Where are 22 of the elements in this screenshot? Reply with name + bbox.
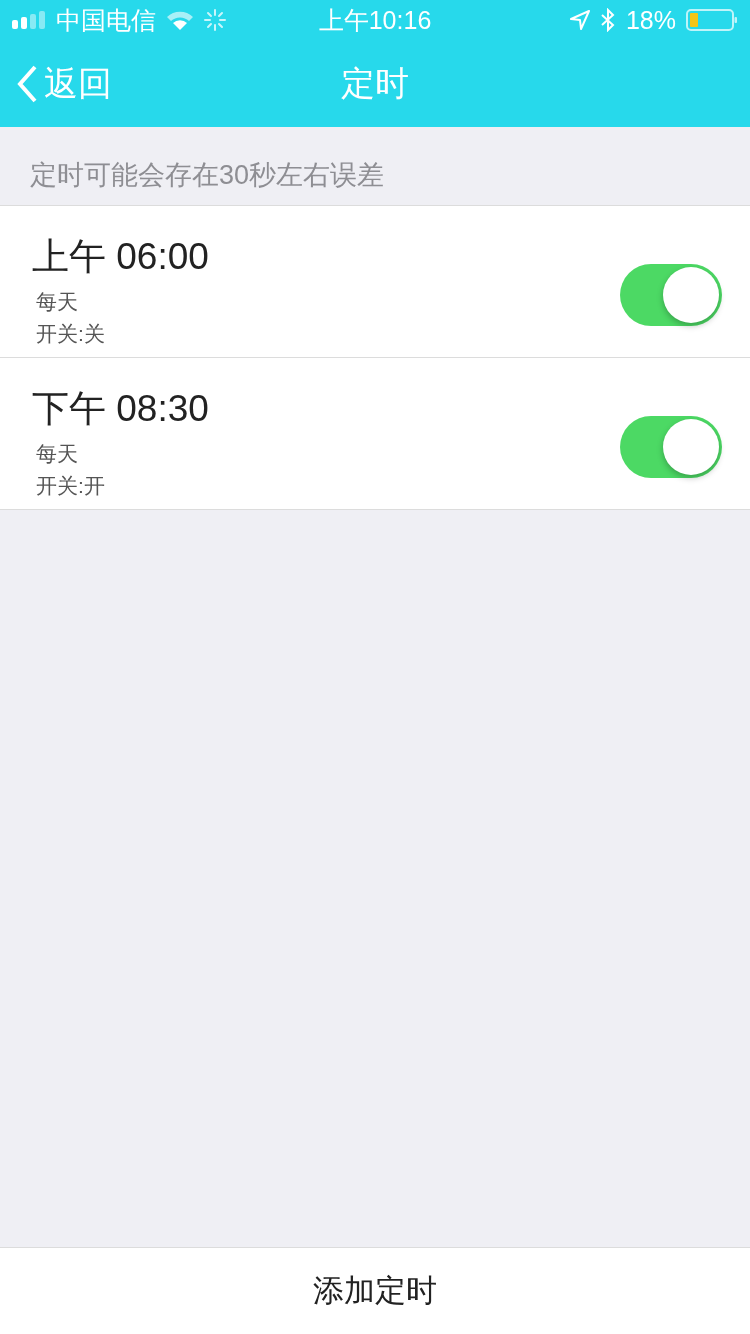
chevron-left-icon: [16, 64, 38, 103]
timer-row[interactable]: 下午 08:30 每天 开关:开: [0, 358, 750, 510]
status-time: 上午10:16: [318, 4, 432, 36]
wifi-icon: [166, 10, 194, 30]
toggle-switch[interactable]: [620, 263, 722, 326]
bluetooth-icon: [599, 8, 616, 32]
timer-time: 下午 08:30: [32, 387, 209, 431]
toggle-switch[interactable]: [620, 415, 722, 478]
switch-status-text: 开关:开: [36, 473, 106, 499]
switch-status-text: 开关:关: [36, 321, 106, 347]
signal-icon: [12, 10, 46, 30]
location-icon: [569, 10, 590, 30]
repeat-text: 每天: [36, 289, 79, 315]
battery-icon: [686, 9, 738, 31]
carrier-name: 中国电信: [56, 4, 156, 36]
add-timer-button[interactable]: 添加定时: [0, 1247, 750, 1334]
timer-time: 上午 06:00: [32, 235, 209, 279]
battery-percent: 18%: [625, 5, 676, 35]
timer-row[interactable]: 上午 06:00 每天 开关:关: [0, 206, 750, 358]
nav-title: 定时: [341, 62, 409, 104]
activity-icon: [204, 9, 226, 31]
repeat-text: 每天: [36, 441, 79, 467]
